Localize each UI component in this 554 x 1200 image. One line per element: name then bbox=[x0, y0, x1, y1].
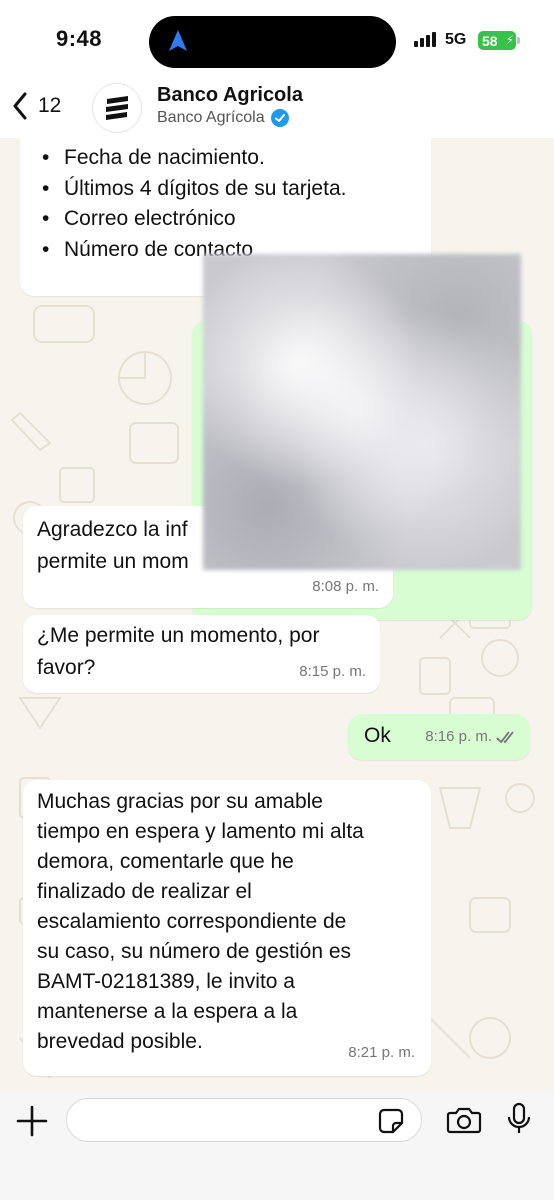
list-item: Correo electrónico bbox=[36, 204, 417, 235]
message-meta: 8:16 p. m. bbox=[425, 722, 518, 752]
list-item: Fecha de nacimiento. bbox=[36, 143, 417, 174]
message-text: tiempo en espera y lamento mi alta bbox=[37, 820, 364, 843]
clock: 9:48 bbox=[56, 26, 103, 51]
composer-bar bbox=[0, 1090, 554, 1200]
battery-level: 58 bbox=[482, 32, 498, 49]
message-bubble-outgoing[interactable]: Ok 8:16 p. m. bbox=[348, 714, 530, 760]
chat-header: 12 Banco Agricola Banco Agrícola bbox=[0, 78, 554, 138]
back-button[interactable]: 12 bbox=[12, 92, 61, 120]
message-text: Muchas gracias por su amable bbox=[37, 790, 323, 813]
message-text: escalamiento correspondiente de bbox=[37, 910, 347, 933]
bank-logo-icon bbox=[106, 96, 128, 120]
message-time: 8:16 p. m. bbox=[425, 728, 492, 745]
contact-name[interactable]: Banco Agricola bbox=[157, 84, 303, 107]
message-text: mantenerse a la espera a la bbox=[37, 1000, 298, 1023]
list-item: Últimos 4 dígitos de su tarjeta. bbox=[36, 174, 417, 205]
redaction-blur bbox=[203, 254, 521, 570]
requirements-list: Fecha de nacimiento. Últimos 4 dígitos d… bbox=[36, 143, 417, 265]
battery-icon: 58 ⚡ bbox=[478, 31, 520, 50]
status-bar: 9:48 5G 58 ⚡ bbox=[0, 0, 554, 78]
message-text: su caso, su número de gestión es bbox=[37, 940, 352, 963]
plus-icon[interactable] bbox=[15, 1104, 49, 1138]
message-text: finalizado de realizar el bbox=[37, 880, 252, 903]
back-chevron-icon bbox=[13, 92, 27, 120]
network-type: 5G bbox=[445, 31, 467, 48]
verified-badge-icon bbox=[270, 109, 289, 127]
contact-subtitle: Banco Agrícola bbox=[157, 109, 289, 127]
message-bubble-incoming[interactable]: Muchas gracias por su amable tiempo en e… bbox=[23, 780, 431, 1076]
message-time: 8:08 p. m. bbox=[312, 578, 379, 595]
avatar[interactable] bbox=[92, 83, 142, 133]
message-text: ¿Me permite un momento, por bbox=[37, 624, 320, 647]
charging-bolt-icon: ⚡ bbox=[505, 33, 514, 47]
message-bubble-incoming[interactable]: ¿Me permite un momento, por favor? 8:15 … bbox=[23, 615, 380, 693]
dynamic-island bbox=[149, 16, 396, 68]
read-receipt-icon bbox=[496, 731, 514, 744]
message-text: Ok bbox=[364, 724, 391, 747]
microphone-icon[interactable] bbox=[506, 1102, 532, 1136]
message-time: 8:21 p. m. bbox=[348, 1044, 415, 1061]
business-name: Banco Agrícola bbox=[157, 109, 265, 126]
navigation-arrow-icon bbox=[169, 30, 187, 51]
message-text: demora, comentarle que he bbox=[37, 850, 294, 873]
sticker-icon[interactable] bbox=[378, 1108, 404, 1134]
camera-icon[interactable] bbox=[446, 1106, 482, 1134]
signal-icon bbox=[414, 32, 436, 47]
message-list[interactable]: Fecha de nacimiento. Últimos 4 dígitos d… bbox=[0, 138, 554, 1090]
message-time: 8:15 p. m. bbox=[299, 663, 366, 680]
message-input[interactable] bbox=[66, 1098, 422, 1142]
unread-count: 12 bbox=[38, 94, 62, 117]
message-text: BAMT-02181389, le invito a bbox=[37, 970, 295, 993]
